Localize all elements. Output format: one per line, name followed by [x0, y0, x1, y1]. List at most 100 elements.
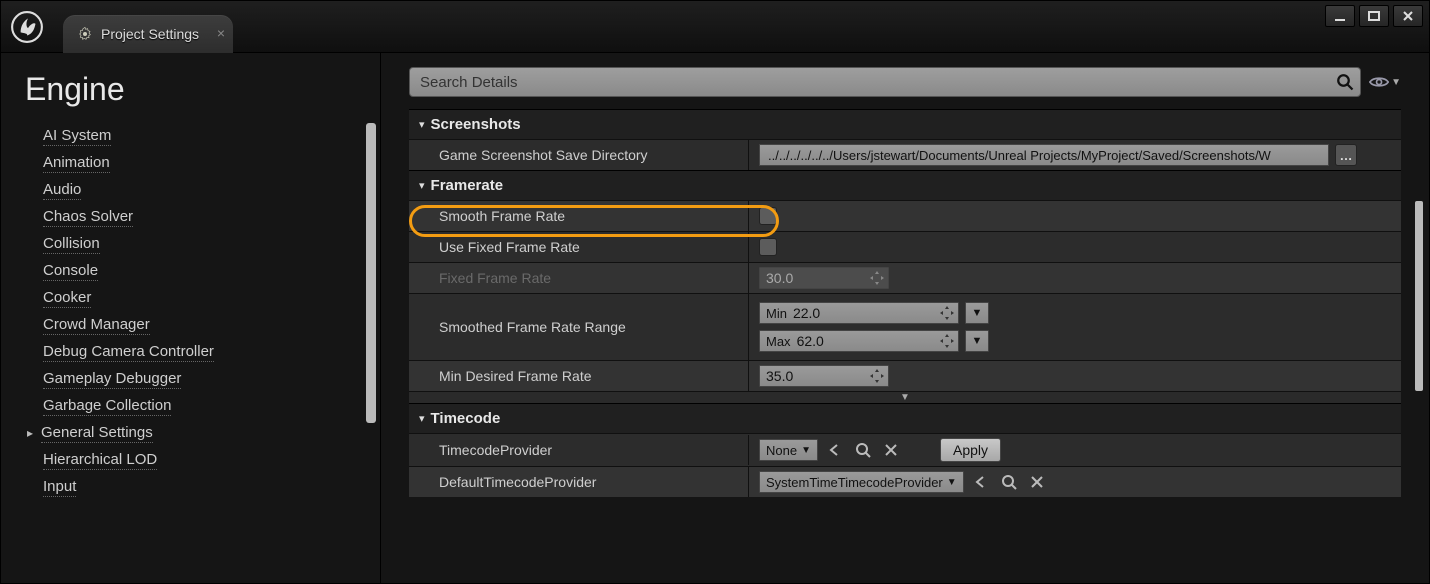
- range-max-dropdown[interactable]: ▼: [965, 330, 989, 352]
- reset-arrow-icon[interactable]: [824, 439, 846, 461]
- range-min-dropdown[interactable]: ▼: [965, 302, 989, 324]
- sidebar-items: AI System Animation Audio Chaos Solver Colli…: [23, 122, 372, 500]
- window-controls: [1325, 5, 1423, 27]
- drag-handle-icon: [940, 334, 954, 348]
- smooth-frame-rate-checkbox[interactable]: [759, 207, 777, 225]
- sidebar-item-label: AI System: [43, 127, 111, 146]
- prefix-text: Min: [766, 306, 787, 321]
- close-button[interactable]: [1393, 5, 1423, 27]
- sidebar-item[interactable]: Input: [43, 473, 372, 500]
- sidebar-item-label: Animation: [43, 154, 110, 173]
- sidebar-item-label: General Settings: [41, 424, 153, 443]
- sidebar-item[interactable]: Collision: [43, 230, 372, 257]
- use-fixed-frame-rate-checkbox[interactable]: [759, 238, 777, 256]
- tab-project-settings[interactable]: Project Settings ×: [63, 15, 233, 53]
- sidebar-item[interactable]: Chaos Solver: [43, 203, 372, 230]
- prop-value: None▼ Apply: [749, 434, 1401, 466]
- clear-icon[interactable]: [880, 439, 902, 461]
- section-header-timecode[interactable]: ▾ Timecode: [409, 403, 1401, 433]
- sidebar-item[interactable]: Cooker: [43, 284, 372, 311]
- main-panel: ▼ ▾ Screenshots Game Screenshot Save Dir…: [381, 53, 1429, 583]
- drag-handle-icon: [870, 369, 884, 383]
- save-dir-field[interactable]: ../../../../../../Users/jstewart/Documen…: [759, 144, 1329, 166]
- sidebar-item-label: Crowd Manager: [43, 316, 150, 335]
- row-smooth-frame-rate: Smooth Frame Rate: [409, 200, 1401, 231]
- prop-value: Min 22.0 ▼ Max 62.0: [749, 298, 1401, 356]
- drag-handle-icon: [940, 306, 954, 320]
- tab-close-icon[interactable]: ×: [217, 25, 225, 41]
- sidebar-item[interactable]: Console: [43, 257, 372, 284]
- sidebar-item-label: Debug Camera Controller: [43, 343, 214, 362]
- sidebar-item[interactable]: Audio: [43, 176, 372, 203]
- chevron-down-icon: ▾: [419, 118, 425, 131]
- row-smoothed-range: Smoothed Frame Rate Range Min 22.0 ▼: [409, 293, 1401, 360]
- prop-label: Smooth Frame Rate: [409, 201, 749, 231]
- sidebar-item[interactable]: General Settings: [43, 419, 372, 446]
- prop-value: 35.0: [749, 361, 1401, 391]
- row-fixed-frame-rate: Fixed Frame Rate 30.0: [409, 262, 1401, 293]
- main-scrollbar[interactable]: [1415, 201, 1423, 391]
- default-timecode-provider-combo[interactable]: SystemTimeTimecodeProvider▼: [759, 471, 964, 493]
- prop-label: TimecodeProvider: [409, 435, 749, 465]
- prop-label: Min Desired Frame Rate: [409, 361, 749, 391]
- prop-value: ../../../../../../Users/jstewart/Documen…: [749, 140, 1401, 170]
- apply-button[interactable]: Apply: [940, 438, 1001, 462]
- range-max-field[interactable]: Max 62.0: [759, 330, 959, 352]
- sidebar-item[interactable]: AI System: [43, 122, 372, 149]
- clear-icon[interactable]: [1026, 471, 1048, 493]
- sidebar-item-label: Input: [43, 478, 76, 497]
- sidebar: Engine AI SystemAnimationAudioChaos Solv…: [1, 53, 381, 583]
- sidebar-item[interactable]: Hierarchical LOD: [43, 446, 372, 473]
- gear-icon: [77, 26, 93, 42]
- prop-value: [749, 234, 1401, 260]
- reset-arrow-icon[interactable]: [970, 471, 992, 493]
- prop-value: SystemTimeTimecodeProvider▼: [749, 467, 1401, 497]
- sidebar-item-label: Cooker: [43, 289, 91, 308]
- browse-icon[interactable]: [998, 471, 1020, 493]
- prefix-text: Max: [766, 334, 791, 349]
- sidebar-item[interactable]: Garbage Collection: [43, 392, 372, 419]
- drag-handle-icon: [870, 271, 884, 285]
- prop-label: Game Screenshot Save Directory: [409, 140, 749, 170]
- chevron-down-icon: ▾: [419, 179, 425, 192]
- min-desired-field[interactable]: 35.0: [759, 365, 889, 387]
- section-title: Screenshots: [431, 116, 521, 133]
- value-text: 62.0: [797, 333, 824, 349]
- prop-value: [749, 203, 1401, 229]
- minimize-button[interactable]: [1325, 5, 1355, 27]
- sidebar-item[interactable]: Animation: [43, 149, 372, 176]
- sidebar-item-label: Gameplay Debugger: [43, 370, 181, 389]
- details-panel: ▾ Screenshots Game Screenshot Save Direc…: [409, 109, 1401, 583]
- section-header-screenshots[interactable]: ▾ Screenshots: [409, 109, 1401, 139]
- sidebar-scrollbar[interactable]: [366, 123, 376, 423]
- sidebar-item-label: Console: [43, 262, 98, 281]
- row-default-timecode-provider: DefaultTimecodeProvider SystemTimeTimeco…: [409, 466, 1401, 497]
- search-icon[interactable]: [1336, 73, 1354, 94]
- section-title: Framerate: [431, 177, 504, 194]
- advanced-expand[interactable]: ▼: [409, 391, 1401, 403]
- sidebar-item[interactable]: Debug Camera Controller: [43, 338, 372, 365]
- search-row: ▼: [381, 53, 1429, 109]
- view-options-button[interactable]: ▼: [1369, 70, 1401, 94]
- chevron-down-icon: ▼: [900, 392, 910, 403]
- value-text: 35.0: [766, 368, 793, 384]
- prop-label: Use Fixed Frame Rate: [409, 232, 749, 262]
- browse-icon[interactable]: [852, 439, 874, 461]
- sidebar-item-label: Hierarchical LOD: [43, 451, 157, 470]
- maximize-button[interactable]: [1359, 5, 1389, 27]
- value-text: 30.0: [766, 270, 793, 286]
- browse-button[interactable]: …: [1335, 144, 1357, 166]
- value-text: None: [766, 443, 797, 458]
- sidebar-item-label: Chaos Solver: [43, 208, 133, 227]
- app-window: Project Settings × Engine AI SystemAnima…: [0, 0, 1430, 584]
- timecode-provider-combo[interactable]: None▼: [759, 439, 818, 461]
- sidebar-item-label: Audio: [43, 181, 81, 200]
- sidebar-item[interactable]: Crowd Manager: [43, 311, 372, 338]
- value-text: SystemTimeTimecodeProvider: [766, 475, 943, 490]
- prop-label: DefaultTimecodeProvider: [409, 467, 749, 497]
- search-input[interactable]: [410, 74, 1360, 91]
- range-min-field[interactable]: Min 22.0: [759, 302, 959, 324]
- section-header-framerate[interactable]: ▾ Framerate: [409, 170, 1401, 200]
- sidebar-item[interactable]: Gameplay Debugger: [43, 365, 372, 392]
- sidebar-item-label: Garbage Collection: [43, 397, 171, 416]
